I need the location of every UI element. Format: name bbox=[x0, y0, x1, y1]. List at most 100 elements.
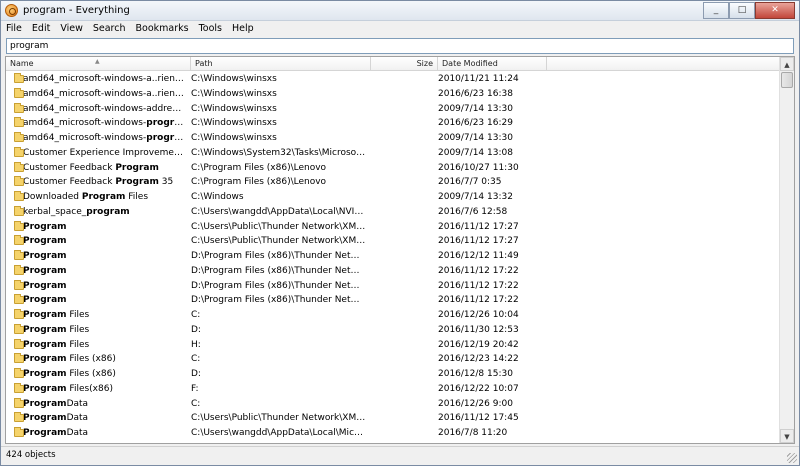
column-path-header[interactable]: Path bbox=[191, 57, 371, 71]
column-size-header[interactable]: Size bbox=[371, 57, 438, 71]
result-name: Program bbox=[10, 249, 186, 264]
result-name: kerbal_space_program bbox=[10, 205, 186, 220]
result-name: amd64_microsoft-windows-programs... bbox=[10, 116, 186, 131]
result-date: 2016/11/12 17:27 bbox=[438, 236, 519, 247]
title-bar[interactable]: program - Everything _ □ ✕ bbox=[1, 1, 799, 21]
search-input[interactable] bbox=[6, 38, 794, 54]
vertical-scrollbar[interactable]: ▲ ▼ bbox=[779, 57, 794, 443]
table-row[interactable]: Customer Feedback Program C:\Program File… bbox=[6, 161, 780, 176]
result-path: C:\Windows\winsxs bbox=[191, 103, 277, 114]
menu-search[interactable]: Search bbox=[88, 21, 131, 37]
result-path: C:\Windows\System32\Tasks\Microsoft\... bbox=[191, 147, 366, 158]
table-row[interactable]: Program Files (x86) C: 2016/12/23 14:22 bbox=[6, 352, 780, 367]
result-date: 2016/12/26 9:00 bbox=[438, 398, 513, 409]
table-row[interactable]: Program C:\Users\Public\Thunder Network\X… bbox=[6, 234, 780, 249]
result-date: 2016/12/26 10:04 bbox=[438, 310, 519, 320]
close-button[interactable]: ✕ bbox=[755, 2, 795, 19]
result-path: C:\Windows\winsxs bbox=[191, 133, 277, 143]
app-window: program - Everything _ □ ✕ File Edit Vie… bbox=[0, 0, 800, 466]
result-path: D:\Program Files (x86)\Thunder Network..… bbox=[191, 280, 366, 291]
scroll-down-icon[interactable]: ▼ bbox=[780, 429, 794, 443]
match-highlight: programs bbox=[146, 118, 186, 129]
result-name: amd64_microsoft-windows-a..rience-p... bbox=[10, 72, 186, 87]
folder-icon bbox=[14, 323, 24, 334]
result-name: ProgramData bbox=[10, 411, 186, 426]
folder-icon bbox=[14, 412, 24, 423]
table-row[interactable]: Program D:\Program Files (x86)\Thunder Ne… bbox=[6, 249, 780, 264]
table-row[interactable]: Program D:\Program Files (x86)\Thunder Ne… bbox=[6, 279, 780, 294]
result-date: 2016/12/12 11:49 bbox=[438, 251, 519, 261]
match-highlight: Program bbox=[115, 177, 159, 188]
column-name-header[interactable]: Name ▲ bbox=[6, 57, 191, 71]
table-row[interactable]: Customer Experience Improvement Pr... C:\… bbox=[6, 146, 780, 161]
table-row[interactable]: Program Files D: 2016/11/30 12:53 bbox=[6, 323, 780, 338]
menu-file[interactable]: File bbox=[1, 21, 27, 37]
table-row[interactable]: Program Files (x86) D: 2016/12/8 15:30 bbox=[6, 367, 780, 382]
result-path: C:\Users\wangdd\AppData\Local\NVIDI... bbox=[191, 206, 366, 217]
folder-icon bbox=[14, 220, 24, 231]
table-row[interactable]: Program Files H: 2016/12/19 20:42 bbox=[6, 338, 780, 353]
table-row[interactable]: Program Files(x86) F: 2016/12/22 10:07 bbox=[6, 382, 780, 397]
match-highlight: Program bbox=[23, 310, 67, 320]
result-name: Program Files (x86) bbox=[10, 367, 186, 382]
table-row[interactable]: Customer Feedback Program 35 C:\Program F… bbox=[6, 175, 780, 190]
table-row[interactable]: ProgramData C:\Users\Public\Thunder Netwo… bbox=[6, 411, 780, 426]
folder-icon bbox=[14, 382, 24, 393]
scroll-thumb[interactable] bbox=[781, 72, 793, 88]
scroll-up-icon[interactable]: ▲ bbox=[780, 57, 794, 71]
result-path: C: bbox=[191, 310, 201, 320]
result-path: C:\Users\Public\Thunder Network\XMP5\... bbox=[191, 221, 366, 232]
table-row[interactable]: Program Files C: 2016/12/26 10:04 bbox=[6, 308, 780, 323]
everything-app-icon[interactable] bbox=[5, 4, 18, 17]
table-row[interactable]: Program D:\Program Files (x86)\Thunder Ne… bbox=[6, 264, 780, 279]
resize-grip-icon[interactable] bbox=[787, 453, 797, 463]
table-row[interactable]: ProgramData C: 2016/12/26 9:00 bbox=[6, 397, 780, 412]
folder-icon bbox=[14, 309, 24, 319]
menu-view[interactable]: View bbox=[55, 21, 88, 37]
result-path: D:\Program Files (x86)\Thunder Network..… bbox=[191, 265, 366, 276]
match-highlight: Program bbox=[23, 221, 67, 232]
table-row[interactable]: amd64_microsoft-windows-programs... C:\Wi… bbox=[6, 116, 780, 131]
folder-icon bbox=[14, 161, 24, 172]
name-text: Customer Feedback bbox=[23, 177, 116, 188]
table-row[interactable]: amd64_microsoft-windows-a..rience-p... C:… bbox=[6, 72, 780, 87]
folder-icon bbox=[14, 235, 24, 246]
result-name: Customer Feedback Program bbox=[10, 161, 186, 176]
result-date: 2009/7/14 13:08 bbox=[438, 147, 513, 158]
result-rows: amd64_microsoft-windows-a..rience-p... C:… bbox=[6, 72, 780, 443]
folder-icon bbox=[14, 250, 24, 260]
menu-tools[interactable]: Tools bbox=[194, 21, 227, 37]
sort-ascending-icon: ▲ bbox=[95, 58, 100, 65]
table-row[interactable]: Downloaded Program Files C:\Windows 2009/7… bbox=[6, 190, 780, 205]
match-highlight: programs bbox=[146, 133, 186, 143]
table-row[interactable]: ProgramData C:\Users\wangdd\AppData\Local… bbox=[6, 426, 780, 441]
maximize-button[interactable]: □ bbox=[729, 2, 755, 19]
result-date: 2016/7/8 11:20 bbox=[438, 428, 508, 438]
name-text: Files bbox=[66, 324, 90, 335]
table-row[interactable]: Program C:\Users\Public\Thunder Network\X… bbox=[6, 220, 780, 235]
table-row[interactable]: Program D:\Program Files (x86)\Thunder Ne… bbox=[6, 293, 780, 308]
name-text: Files(x86) bbox=[66, 383, 113, 394]
menu-bookmarks[interactable]: Bookmarks bbox=[131, 21, 194, 37]
result-path: C:\Users\Public\Thunder Network\XMP5\... bbox=[191, 236, 366, 247]
result-name: Program Files bbox=[10, 323, 186, 338]
column-name-label: Name bbox=[10, 59, 34, 68]
table-row[interactable]: amd64_microsoft-windows-a..rience-p... C:… bbox=[6, 87, 780, 102]
menu-edit[interactable]: Edit bbox=[27, 21, 55, 37]
result-date: 2016/11/12 17:45 bbox=[438, 413, 519, 424]
result-date: 2016/12/19 20:42 bbox=[438, 339, 519, 350]
column-date-header[interactable]: Date Modified bbox=[438, 57, 547, 71]
result-date: 2010/11/21 11:24 bbox=[438, 74, 519, 84]
table-row[interactable]: amd64_microsoft-windows-programs... C:\Wi… bbox=[6, 131, 780, 146]
table-row[interactable]: kerbal_space_program C:\Users\wangdd\AppD… bbox=[6, 205, 780, 220]
name-text: Data bbox=[66, 428, 89, 438]
match-highlight: Program bbox=[23, 295, 67, 306]
result-name: amd64_microsoft-windows-a..rience-p... bbox=[10, 87, 186, 102]
result-name: Program Files bbox=[10, 308, 186, 323]
result-path: D: bbox=[191, 369, 201, 379]
minimize-button[interactable]: _ bbox=[703, 2, 729, 19]
table-row[interactable]: amd64_microsoft-windows-addremov... C:\Wi… bbox=[6, 102, 780, 117]
name-text: Files (x86) bbox=[66, 369, 116, 379]
match-highlight: Program bbox=[81, 192, 126, 202]
menu-help[interactable]: Help bbox=[227, 21, 259, 37]
